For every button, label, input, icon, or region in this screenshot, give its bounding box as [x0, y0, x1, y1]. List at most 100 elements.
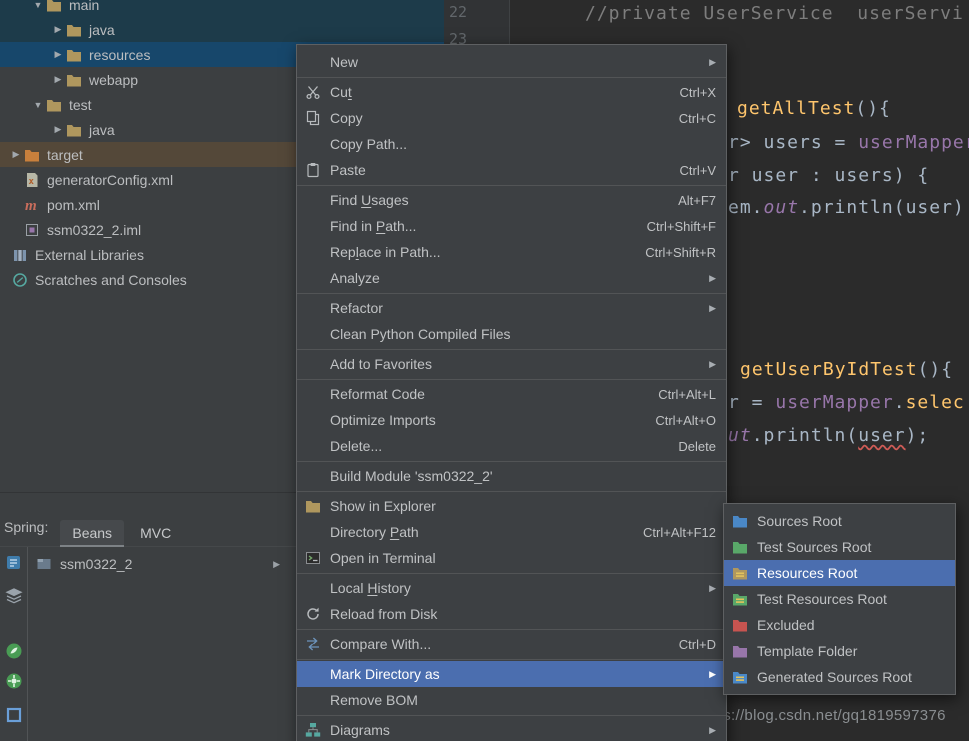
code-segment: getUserByIdTest	[740, 359, 918, 380]
tab-beans[interactable]: Beans	[60, 520, 124, 547]
folder-gen-icon	[732, 670, 750, 684]
tree-item-label: webapp	[89, 72, 138, 88]
chevron-down-icon[interactable]: ▼	[30, 0, 46, 10]
submenu-item-sources-root[interactable]: Sources Root	[724, 508, 955, 534]
menu-item-shortcut: Delete	[678, 439, 716, 454]
menu-item-shortcut: Ctrl+X	[680, 85, 716, 100]
menu-item-copy-path[interactable]: Copy Path...	[297, 131, 726, 157]
menu-item-find-usages[interactable]: Find UsagesAlt+F7	[297, 187, 726, 213]
menu-separator	[297, 573, 726, 574]
submenu-arrow-icon: ▶	[709, 57, 716, 68]
code-segment: out	[764, 197, 800, 218]
tree-item-label: test	[69, 97, 92, 113]
beans-document-icon[interactable]	[4, 553, 24, 573]
menu-item-open-in-terminal[interactable]: Open in Terminal	[297, 545, 726, 571]
tab-mvc[interactable]: MVC	[134, 520, 177, 547]
watermark: https://blog.csdn.net/gq1819597376	[697, 707, 946, 724]
icon-spacer	[305, 412, 323, 428]
chevron-right-icon[interactable]: ▶	[50, 74, 66, 85]
submenu-item-excluded[interactable]: Excluded	[724, 612, 955, 638]
menu-item-diagrams[interactable]: Diagrams▶	[297, 717, 726, 741]
submenu-item-resources-root[interactable]: Resources Root	[724, 560, 955, 586]
menu-item-remove-bom[interactable]: Remove BOM	[297, 687, 726, 713]
folder-test-icon	[732, 540, 750, 554]
submenu-item-template-folder[interactable]: Template Folder	[724, 638, 955, 664]
paste-icon	[305, 162, 323, 178]
scratch-icon	[12, 272, 30, 288]
menu-item-label: Mark Directory as	[330, 666, 440, 682]
menu-separator	[297, 629, 726, 630]
tree-item-label: External Libraries	[35, 247, 144, 263]
submenu-item-generated-sources-root[interactable]: Generated Sources Root	[724, 664, 955, 690]
chevron-right-icon[interactable]: ▶	[50, 49, 66, 60]
icon-spacer	[305, 136, 323, 152]
menu-item-label: Replace in Path...	[330, 244, 441, 260]
code-line: em.out.println(user)	[728, 197, 965, 218]
code-segment: r> users =	[728, 132, 858, 153]
menu-item-compare-with[interactable]: Compare With...Ctrl+D	[297, 631, 726, 657]
menu-item-optimize-imports[interactable]: Optimize ImportsCtrl+Alt+O	[297, 407, 726, 433]
tree-item-main[interactable]: ▼main	[0, 0, 444, 17]
menu-item-reload-from-disk[interactable]: Reload from Disk	[297, 601, 726, 627]
tree-item-label: generatorConfig.xml	[47, 172, 173, 188]
ide-screen: 22 23 //private UserService userServiget…	[0, 0, 969, 741]
menu-item-paste[interactable]: PasteCtrl+V	[297, 157, 726, 183]
menu-item-new[interactable]: New ▶	[297, 49, 726, 75]
menu-item-cut[interactable]: CutCtrl+X	[297, 79, 726, 105]
menu-item-refactor[interactable]: Refactor▶	[297, 295, 726, 321]
menu-item-add-to-favorites[interactable]: Add to Favorites▶	[297, 351, 726, 377]
menu-item-clean-python-compiled-files[interactable]: Clean Python Compiled Files	[297, 321, 726, 347]
menu-separator	[297, 491, 726, 492]
submenu-arrow-icon: ▶	[709, 273, 716, 284]
menu-item-label: Clean Python Compiled Files	[330, 326, 511, 342]
chevron-right-icon[interactable]: ▶	[50, 124, 66, 135]
menu-item-local-history[interactable]: Local History▶	[297, 575, 726, 601]
menu-item-label: Remove BOM	[330, 692, 418, 708]
submenu-arrow-icon: ▶	[709, 669, 716, 680]
menu-item-label: Diagrams	[330, 722, 390, 738]
chevron-right-icon[interactable]: ▶	[50, 24, 66, 35]
chevron-right-icon[interactable]: ▶	[8, 149, 24, 160]
menu-item-directory-path[interactable]: Directory PathCtrl+Alt+F12	[297, 519, 726, 545]
menu-item-label: Add to Favorites	[330, 356, 432, 372]
code-segment: getAllTest	[737, 98, 855, 119]
menu-item-label: New	[330, 54, 358, 70]
code-segment: (){	[855, 98, 891, 119]
menu-item-label: Reformat Code	[330, 386, 425, 402]
folder-testres-icon	[732, 592, 750, 606]
icon-spacer	[305, 666, 323, 682]
submenu-item-test-sources-root[interactable]: Test Sources Root	[724, 534, 955, 560]
menu-item-show-in-explorer[interactable]: Show in Explorer	[297, 493, 726, 519]
menu-item-find-in-path[interactable]: Find in Path...Ctrl+Shift+F	[297, 213, 726, 239]
spring-toolbar	[0, 547, 28, 741]
terminal-icon	[305, 550, 323, 566]
compare-icon	[305, 636, 323, 652]
spring-module-row[interactable]: ssm0322_2 ▶	[28, 552, 286, 576]
layers-icon[interactable]	[4, 586, 24, 606]
menu-item-delete[interactable]: Delete...Delete	[297, 433, 726, 459]
code-segment: r =	[728, 392, 775, 413]
menu-item-reformat-code[interactable]: Reformat CodeCtrl+Alt+L	[297, 381, 726, 407]
libs-icon	[12, 247, 30, 263]
spring-gear-icon[interactable]	[4, 671, 24, 691]
tree-item-java[interactable]: ▶ java	[0, 17, 444, 42]
code-segment: ut	[728, 425, 752, 446]
icon-spacer	[305, 580, 323, 596]
chevron-down-icon[interactable]: ▼	[30, 100, 46, 110]
folder-icon	[46, 0, 64, 13]
menu-item-build-module-ssm0322-2[interactable]: Build Module 'ssm0322_2'	[297, 463, 726, 489]
tree-item-label: java	[89, 22, 115, 38]
submenu-item-label: Resources Root	[757, 565, 857, 581]
code-line: r> users = userMapper.	[728, 132, 969, 153]
menu-item-shortcut: Alt+F7	[678, 193, 716, 208]
chevron-right-icon[interactable]: ▶	[273, 559, 280, 570]
code-segment: .println(	[752, 425, 859, 446]
icon-spacer	[305, 692, 323, 708]
menu-item-copy[interactable]: CopyCtrl+C	[297, 105, 726, 131]
submenu-item-test-resources-root[interactable]: Test Resources Root	[724, 586, 955, 612]
menu-item-replace-in-path[interactable]: Replace in Path...Ctrl+Shift+R	[297, 239, 726, 265]
menu-item-mark-directory-as[interactable]: Mark Directory as ▶	[297, 661, 726, 687]
module-frame-icon[interactable]	[4, 705, 24, 725]
spring-leaf-icon[interactable]	[4, 641, 24, 661]
menu-item-analyze[interactable]: Analyze▶	[297, 265, 726, 291]
